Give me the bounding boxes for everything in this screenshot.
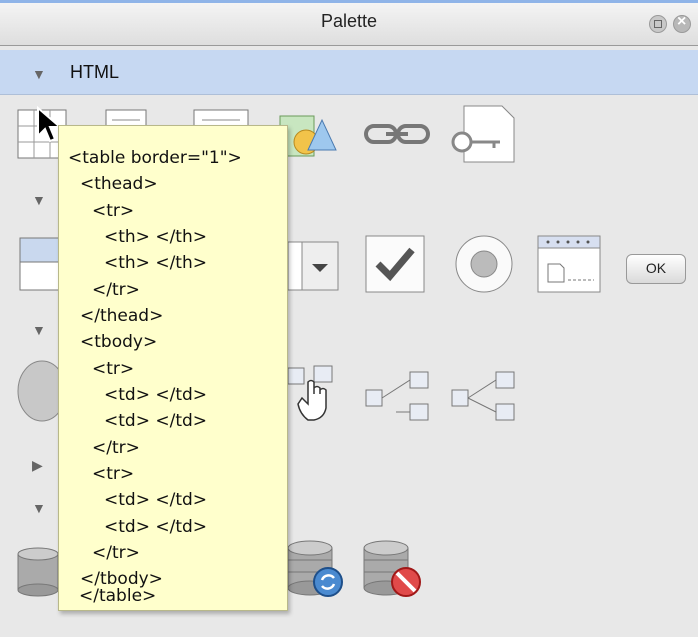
tooltip-line: <th> </th> <box>104 227 207 247</box>
radio-icon[interactable] <box>450 232 520 296</box>
database-icon[interactable] <box>14 546 62 598</box>
restore-window-button[interactable] <box>649 15 667 33</box>
database-refresh-icon[interactable] <box>286 540 350 602</box>
close-window-button[interactable] <box>673 13 691 33</box>
ok-label: OK <box>645 260 667 276</box>
expand-arrow-icon[interactable]: ▼ <box>32 500 46 516</box>
tooltip-line: <table border="1"> <box>68 148 242 168</box>
tooltip-line: </tr> <box>92 280 140 300</box>
tooltip-line: </tr> <box>92 438 140 458</box>
tooltip-line: <td> </td> <box>104 385 208 405</box>
tooltip-line: <td> </td> <box>104 517 208 537</box>
checkbox-icon[interactable] <box>362 232 428 296</box>
tooltip-line: <tr> <box>92 464 135 484</box>
file-input-icon[interactable] <box>536 234 602 296</box>
form-icon[interactable] <box>18 236 62 292</box>
hand-cursor-icon[interactable] <box>286 364 334 424</box>
tooltip-line: <td> </td> <box>104 490 208 510</box>
button-icon[interactable]: OK <box>626 254 686 284</box>
category-label: HTML <box>70 62 119 82</box>
expand-arrow-icon[interactable]: ▼ <box>32 322 46 338</box>
collapse-arrow-icon[interactable]: ▼ <box>32 66 46 82</box>
tree-icon[interactable] <box>364 370 432 424</box>
meta-key-icon[interactable] <box>448 104 520 166</box>
tooltip-line: <tr> <box>92 201 135 221</box>
expand-arrow-icon[interactable]: ▼ <box>32 192 46 208</box>
tooltip-line: <tr> <box>92 359 135 379</box>
tooltip-line: <thead> <box>80 174 158 194</box>
tree-icon-2[interactable] <box>450 370 518 424</box>
tooltip-line: <th> </th> <box>104 253 207 273</box>
tooltip-line: <tbody> <box>80 332 158 352</box>
link-icon[interactable] <box>362 118 434 150</box>
tooltip-line: </thead> <box>80 306 164 326</box>
database-delete-icon[interactable] <box>362 540 428 602</box>
tooltip-line: </tr> <box>92 543 140 563</box>
tooltip-line: </table> <box>79 586 157 606</box>
collapsed-arrow-icon[interactable]: ▶ <box>32 457 43 474</box>
window-title: Palette <box>320 11 378 31</box>
palette-titlebar: Palette <box>0 0 698 46</box>
select-icon[interactable] <box>286 238 342 294</box>
tooltip-html-preview: <table border="1"> <thead> <tr> <th> </t… <box>58 125 288 611</box>
tooltip-line: <td> </td> <box>104 411 208 431</box>
